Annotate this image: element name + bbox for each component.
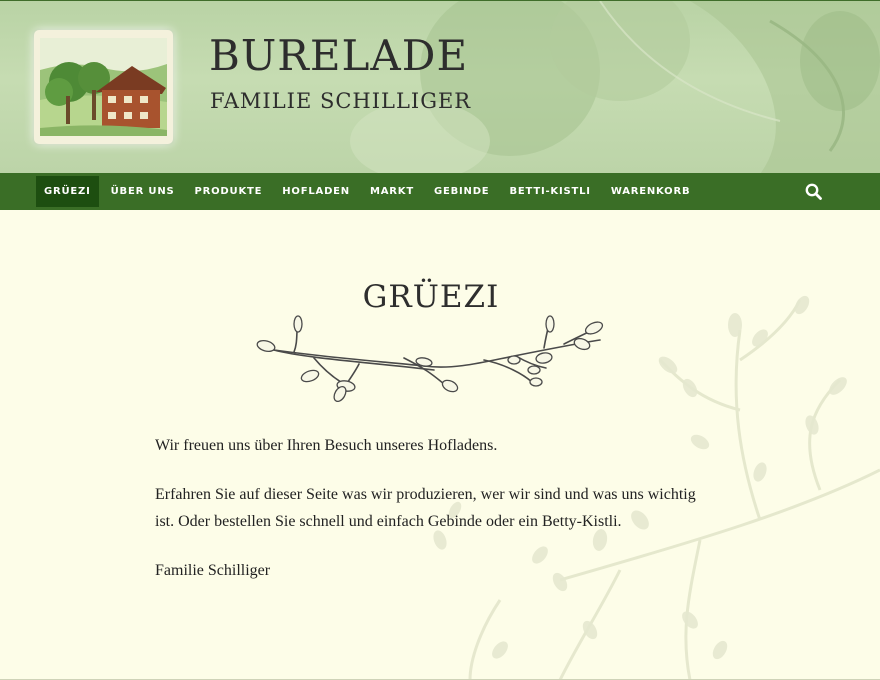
paragraph-signature: Familie Schilliger (155, 562, 271, 579)
farm-logo[interactable] (34, 30, 173, 144)
site-subtitle: FAMILIE SCHILLIGER (210, 89, 472, 113)
nav-item-hofladen[interactable]: HOFLADEN (272, 176, 360, 207)
paragraph-welcome: Wir freuen uns über Ihren Besuch unseres… (155, 437, 498, 454)
nav-item-grueezi[interactable]: GRÜEZI (36, 176, 99, 207)
nav-item-ueber-uns[interactable]: ÜBER UNS (101, 176, 185, 207)
nav-item-markt[interactable]: MARKT (360, 176, 424, 207)
site-header: BURELADE FAMILIE SCHILLIGER (0, 0, 880, 174)
main-navigation: GRÜEZI ÜBER UNS PRODUKTE HOFLADEN MARKT … (0, 173, 880, 210)
welcome-text: Wir freuen uns über Ihren Besuch unseres… (155, 432, 715, 606)
nav-menu: GRÜEZI ÜBER UNS PRODUKTE HOFLADEN MARKT … (36, 176, 700, 207)
nav-item-warenkorb[interactable]: WARENKORB (601, 176, 701, 207)
farmhouse-illustration (40, 38, 167, 136)
nav-item-produkte[interactable]: PRODUKTE (185, 176, 273, 207)
branch-divider-ornament (256, 315, 604, 402)
paragraph-intro: Erfahren Sie auf dieser Seite was wir pr… (155, 486, 696, 530)
site-title[interactable]: BURELADE (209, 35, 468, 77)
search-icon[interactable] (805, 183, 822, 200)
nav-item-betti-kistli[interactable]: BETTI-KISTLI (499, 176, 600, 207)
page-title: GRÜEZI (362, 279, 500, 315)
nav-item-gebinde[interactable]: GEBINDE (424, 176, 499, 207)
